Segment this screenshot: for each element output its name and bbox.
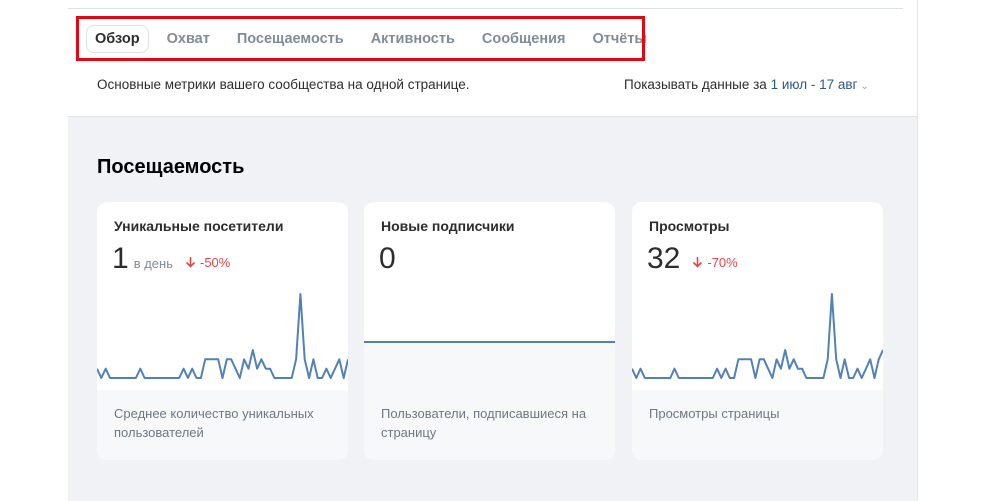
sparkline-chart — [97, 293, 348, 379]
card-note: Пользователи, подписавшиеся на страницу — [381, 406, 587, 440]
metric-row: 32 -70% — [647, 242, 738, 276]
card-note: Среднее количество уникальных пользовате… — [114, 406, 314, 440]
sparkline-chart — [364, 341, 615, 390]
right-gutter — [917, 0, 1000, 500]
period-selector[interactable]: Показывать данные за 1 июл - 17 авг ⌄ — [624, 77, 869, 92]
period-prefix: Показывать данные за — [624, 77, 767, 92]
card-title: Уникальные посетители — [114, 218, 284, 234]
chevron-down-icon[interactable]: ⌄ — [860, 81, 868, 92]
card-title: Новые подписчики — [381, 218, 515, 234]
metric-value: 0 — [379, 242, 396, 275]
tabs-highlight-frame — [76, 16, 645, 61]
period-value-link[interactable]: 1 июл - 17 авг — [771, 77, 858, 92]
card-note: Просмотры страницы — [649, 406, 780, 421]
metric-value: 1 — [112, 242, 129, 275]
top-divider — [68, 8, 903, 9]
metric-row: 1 в день -50% — [112, 242, 230, 276]
sparkline-line — [632, 293, 883, 379]
card-title: Просмотры — [649, 218, 730, 234]
metric-change: -70% — [692, 254, 738, 270]
card-footer — [632, 390, 883, 460]
metric-card-unique-visitors[interactable]: Уникальные посетители 1 в день -50% Сред… — [97, 202, 348, 460]
page-description: Основные метрики вашего сообщества на од… — [97, 77, 470, 92]
metric-unit: в день — [133, 256, 173, 271]
arrow-down-icon — [693, 257, 703, 268]
sparkline-chart — [632, 293, 883, 379]
metric-card-views[interactable]: Просмотры 32 -70% Просмотры страницы — [632, 202, 883, 460]
section-title: Посещаемость — [97, 156, 245, 178]
arrow-down-icon — [185, 257, 196, 268]
metric-change-value: -50% — [199, 254, 231, 270]
metric-row: 0 — [379, 242, 396, 276]
sparkline-line — [97, 293, 348, 379]
metric-change: -50% — [185, 255, 230, 270]
metric-change-value: -70% — [707, 254, 738, 270]
sparkline-fill — [364, 342, 615, 390]
metric-card-new-subscribers[interactable]: Новые подписчики 0 Пользователи, подписа… — [364, 202, 615, 460]
left-gutter — [0, 0, 68, 500]
metric-value: 32 — [647, 242, 681, 275]
